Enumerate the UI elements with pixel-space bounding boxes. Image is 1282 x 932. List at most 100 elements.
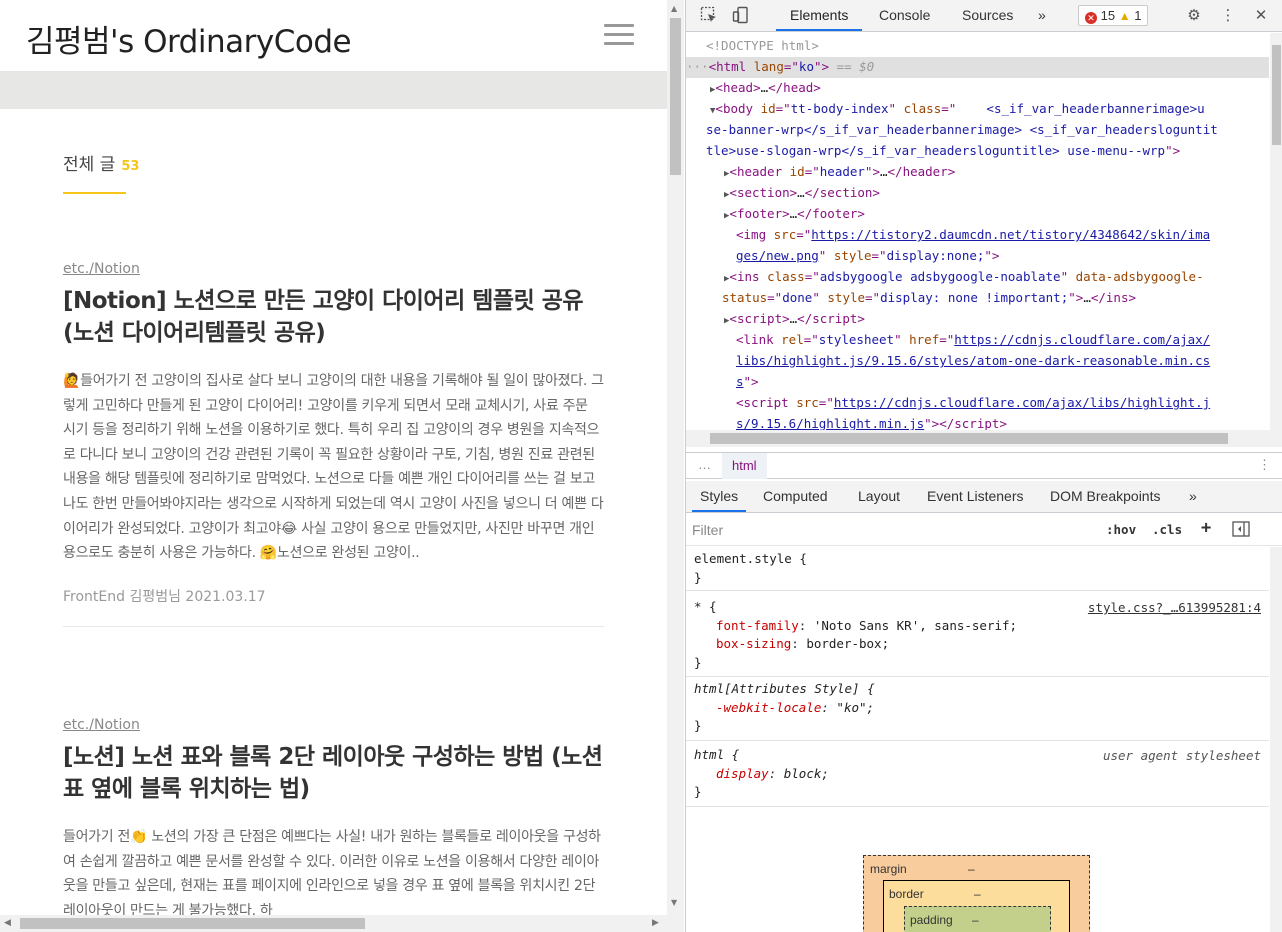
scrollbar-thumb[interactable] <box>20 918 365 929</box>
dom-node-ins[interactable]: ▶<ins class="adsbygoogle adsbygoogle-noa… <box>724 267 1204 290</box>
css-property[interactable]: box-sizing: border-box; <box>694 635 1261 654</box>
category-post-count: 53 <box>121 159 140 174</box>
style-rule-attributes[interactable]: html[Attributes Style] { -webkit-locale:… <box>686 677 1269 741</box>
dom-node-footer[interactable]: ▶<footer>…</footer> <box>724 204 865 227</box>
dom-node-html[interactable]: ···<html lang="ko"> == $0 <box>686 57 1269 78</box>
page-horizontal-scrollbar[interactable]: ◀ ▶ <box>0 915 667 932</box>
warning-icon: ▲ <box>1118 9 1131 23</box>
dom-node-head[interactable]: ▶<head>…</head> <box>710 78 821 101</box>
stylesheet-source-link[interactable]: style.css?_…613995281:4 <box>1088 599 1261 618</box>
device-toolbar-icon[interactable] <box>731 6 751 26</box>
tab-elements[interactable]: Elements <box>776 0 863 31</box>
toggle-sidebar-icon[interactable] <box>1232 521 1250 540</box>
dom-body-class-cont: se-banner-wrp</s_if_var_headerbannerimag… <box>706 122 1218 137</box>
post-title-link[interactable]: [노션] 노션 표와 블록 2단 레이아웃 구성하는 방법 (노션 표 옆에 블… <box>63 741 604 805</box>
box-model-border-value[interactable]: – <box>974 887 981 901</box>
hamburger-menu-icon[interactable] <box>604 24 634 48</box>
post-item: etc./Notion [노션] 노션 표와 블록 2단 레이아웃 구성하는 방… <box>63 714 604 923</box>
styles-subtabs: Styles Computed Layout Event Listeners D… <box>686 481 1282 513</box>
box-model-diagram: margin – border – padding – <box>863 855 1090 932</box>
scrollbar-thumb[interactable] <box>1272 45 1281 145</box>
tab-computed[interactable]: Computed <box>763 481 828 512</box>
style-rule-element[interactable]: element.style { } <box>686 547 1269 591</box>
inspect-element-icon[interactable] <box>699 6 719 26</box>
dom-body-class-cont: tle>use-slogan-wrp</s_if_var_headerslogu… <box>706 143 1181 158</box>
scroll-up-arrow-icon[interactable]: ▲ <box>671 4 677 13</box>
blog-title[interactable]: 김평범's OrdinaryCode <box>26 16 352 61</box>
breadcrumb-ellipsis[interactable]: … <box>698 457 711 472</box>
dom-node-header[interactable]: ▶<header id="header">…</header> <box>724 162 955 185</box>
warning-count: 1 <box>1134 8 1142 23</box>
dom-node-script-src[interactable]: <script src="https://cdnjs.cloudflare.co… <box>736 393 1210 414</box>
box-model-border-label: border <box>889 887 924 901</box>
dom-node-body[interactable]: ▼<body id="tt-body-index" class=" <s_if_… <box>710 99 1205 122</box>
styles-filter-input[interactable] <box>692 519 1087 541</box>
error-icon: ✕ <box>1085 12 1097 24</box>
box-model-padding: padding – <box>904 906 1051 932</box>
person-raising-hand-emoji-icon: 🙋 <box>63 373 81 389</box>
post-category-link[interactable]: etc./Notion <box>63 261 140 277</box>
clapping-hands-emoji-icon: 👏 <box>130 829 148 845</box>
styles-filter-bar: :hov .cls + <box>686 514 1282 546</box>
more-options-icon[interactable]: ⋮ <box>1258 457 1271 473</box>
blog-header: 김평범's OrdinaryCode <box>0 0 667 72</box>
scroll-left-arrow-icon[interactable]: ◀ <box>4 918 11 928</box>
scrollbar-thumb[interactable] <box>710 433 1228 444</box>
tab-styles[interactable]: Styles <box>692 481 747 512</box>
post-excerpt: 들어가기 전👏 노션의 가장 큰 단점은 예쁘다는 사실! 내가 원하는 블록들… <box>63 829 601 919</box>
more-subtabs-button[interactable]: » <box>1189 481 1197 512</box>
breadcrumb-html[interactable]: html <box>722 453 767 479</box>
post-item: etc./Notion [Notion] 노션으로 만든 고양이 다이어리 템플… <box>63 258 604 627</box>
more-tabs-button[interactable]: » <box>1038 0 1046 31</box>
tab-dom-breakpoints[interactable]: DOM Breakpoints <box>1050 481 1160 512</box>
scroll-right-arrow-icon[interactable]: ▶ <box>652 918 659 928</box>
dom-tree: <!DOCTYPE html> ···<html lang="ko"> == $… <box>686 33 1269 430</box>
dom-node-script[interactable]: ▶<script>…</script> <box>724 309 865 332</box>
issues-counter[interactable]: ✕ 15 ▲ 1 <box>1078 5 1149 26</box>
dom-node-link-cont: libs/highlight.js/9.15.6/styles/atom-one… <box>736 353 1211 368</box>
category-underline <box>63 192 126 194</box>
dom-node-ins-cont: status="done" style="display: none !impo… <box>722 290 1136 305</box>
breadcrumb: … html ⋮ <box>686 452 1282 479</box>
error-count: 15 <box>1100 8 1116 23</box>
hover-state-toggle[interactable]: :hov <box>1106 522 1136 537</box>
dom-node-link-cont: s"> <box>736 374 759 389</box>
devtools-panel: Elements Console Sources » ✕ 15 ▲ 1 ⚙ ⋮ … <box>685 0 1282 932</box>
class-toggle[interactable]: .cls <box>1152 522 1182 537</box>
dom-node-img[interactable]: <img src="https://tistory2.daumcdn.net/t… <box>736 225 1210 246</box>
close-icon[interactable]: ✕ <box>1251 6 1271 26</box>
scrollbar-thumb[interactable] <box>670 18 681 175</box>
style-rule-user-agent[interactable]: html { user agent stylesheet display: bl… <box>686 743 1269 807</box>
tab-console[interactable]: Console <box>879 0 930 31</box>
blog-page: 김평범's OrdinaryCode 전체 글 53 etc./Notion [N… <box>0 0 667 932</box>
category-heading-label: 전체 글 <box>63 155 116 175</box>
dom-node-img-cont: ges/new.png" style="display:none;"> <box>736 248 1000 263</box>
styles-vertical-scrollbar[interactable] <box>1270 547 1282 932</box>
post-category-link[interactable]: etc./Notion <box>63 717 140 733</box>
box-model-padding-label: padding <box>910 913 953 927</box>
dom-node-link[interactable]: <link rel="stylesheet" href="https://cdn… <box>736 330 1210 351</box>
css-property[interactable]: -webkit-locale: "ko"; <box>694 699 1261 718</box>
post-meta: FrontEnd 김평범님 2021.03.17 <box>63 588 266 605</box>
settings-gear-icon[interactable]: ⚙ <box>1184 6 1204 26</box>
tab-event-listeners[interactable]: Event Listeners <box>927 481 1024 512</box>
category-heading: 전체 글 53 <box>63 150 139 175</box>
page-vertical-scrollbar[interactable]: ▲ ▼ <box>667 0 684 932</box>
style-rule-universal[interactable]: * { style.css?_…613995281:4 font-family:… <box>686 595 1269 677</box>
css-property[interactable]: display: block; <box>694 765 1261 784</box>
tab-layout[interactable]: Layout <box>858 481 900 512</box>
dom-tree-horizontal-scrollbar[interactable] <box>686 430 1282 447</box>
box-model-margin-value[interactable]: – <box>968 862 975 876</box>
dom-tree-vertical-scrollbar[interactable] <box>1270 33 1282 430</box>
grinning-emoji-icon: 😂 <box>280 520 297 537</box>
box-model-padding-value[interactable]: – <box>972 913 979 927</box>
scroll-down-arrow-icon[interactable]: ▼ <box>671 898 677 907</box>
new-style-rule-button[interactable]: + <box>1201 518 1211 538</box>
box-model-margin-label: margin <box>870 862 907 876</box>
tab-sources[interactable]: Sources <box>962 0 1013 31</box>
css-property[interactable]: font-family: 'Noto Sans KR', sans-serif; <box>694 617 1261 636</box>
post-title-link[interactable]: [Notion] 노션으로 만든 고양이 다이어리 템플릿 공유 (노션 다이어… <box>63 285 604 349</box>
kebab-menu-icon[interactable]: ⋮ <box>1218 6 1238 26</box>
devtools-toolbar: Elements Console Sources » ✕ 15 ▲ 1 ⚙ ⋮ … <box>686 0 1282 32</box>
dom-node-section[interactable]: ▶<section>…</section> <box>724 183 880 206</box>
